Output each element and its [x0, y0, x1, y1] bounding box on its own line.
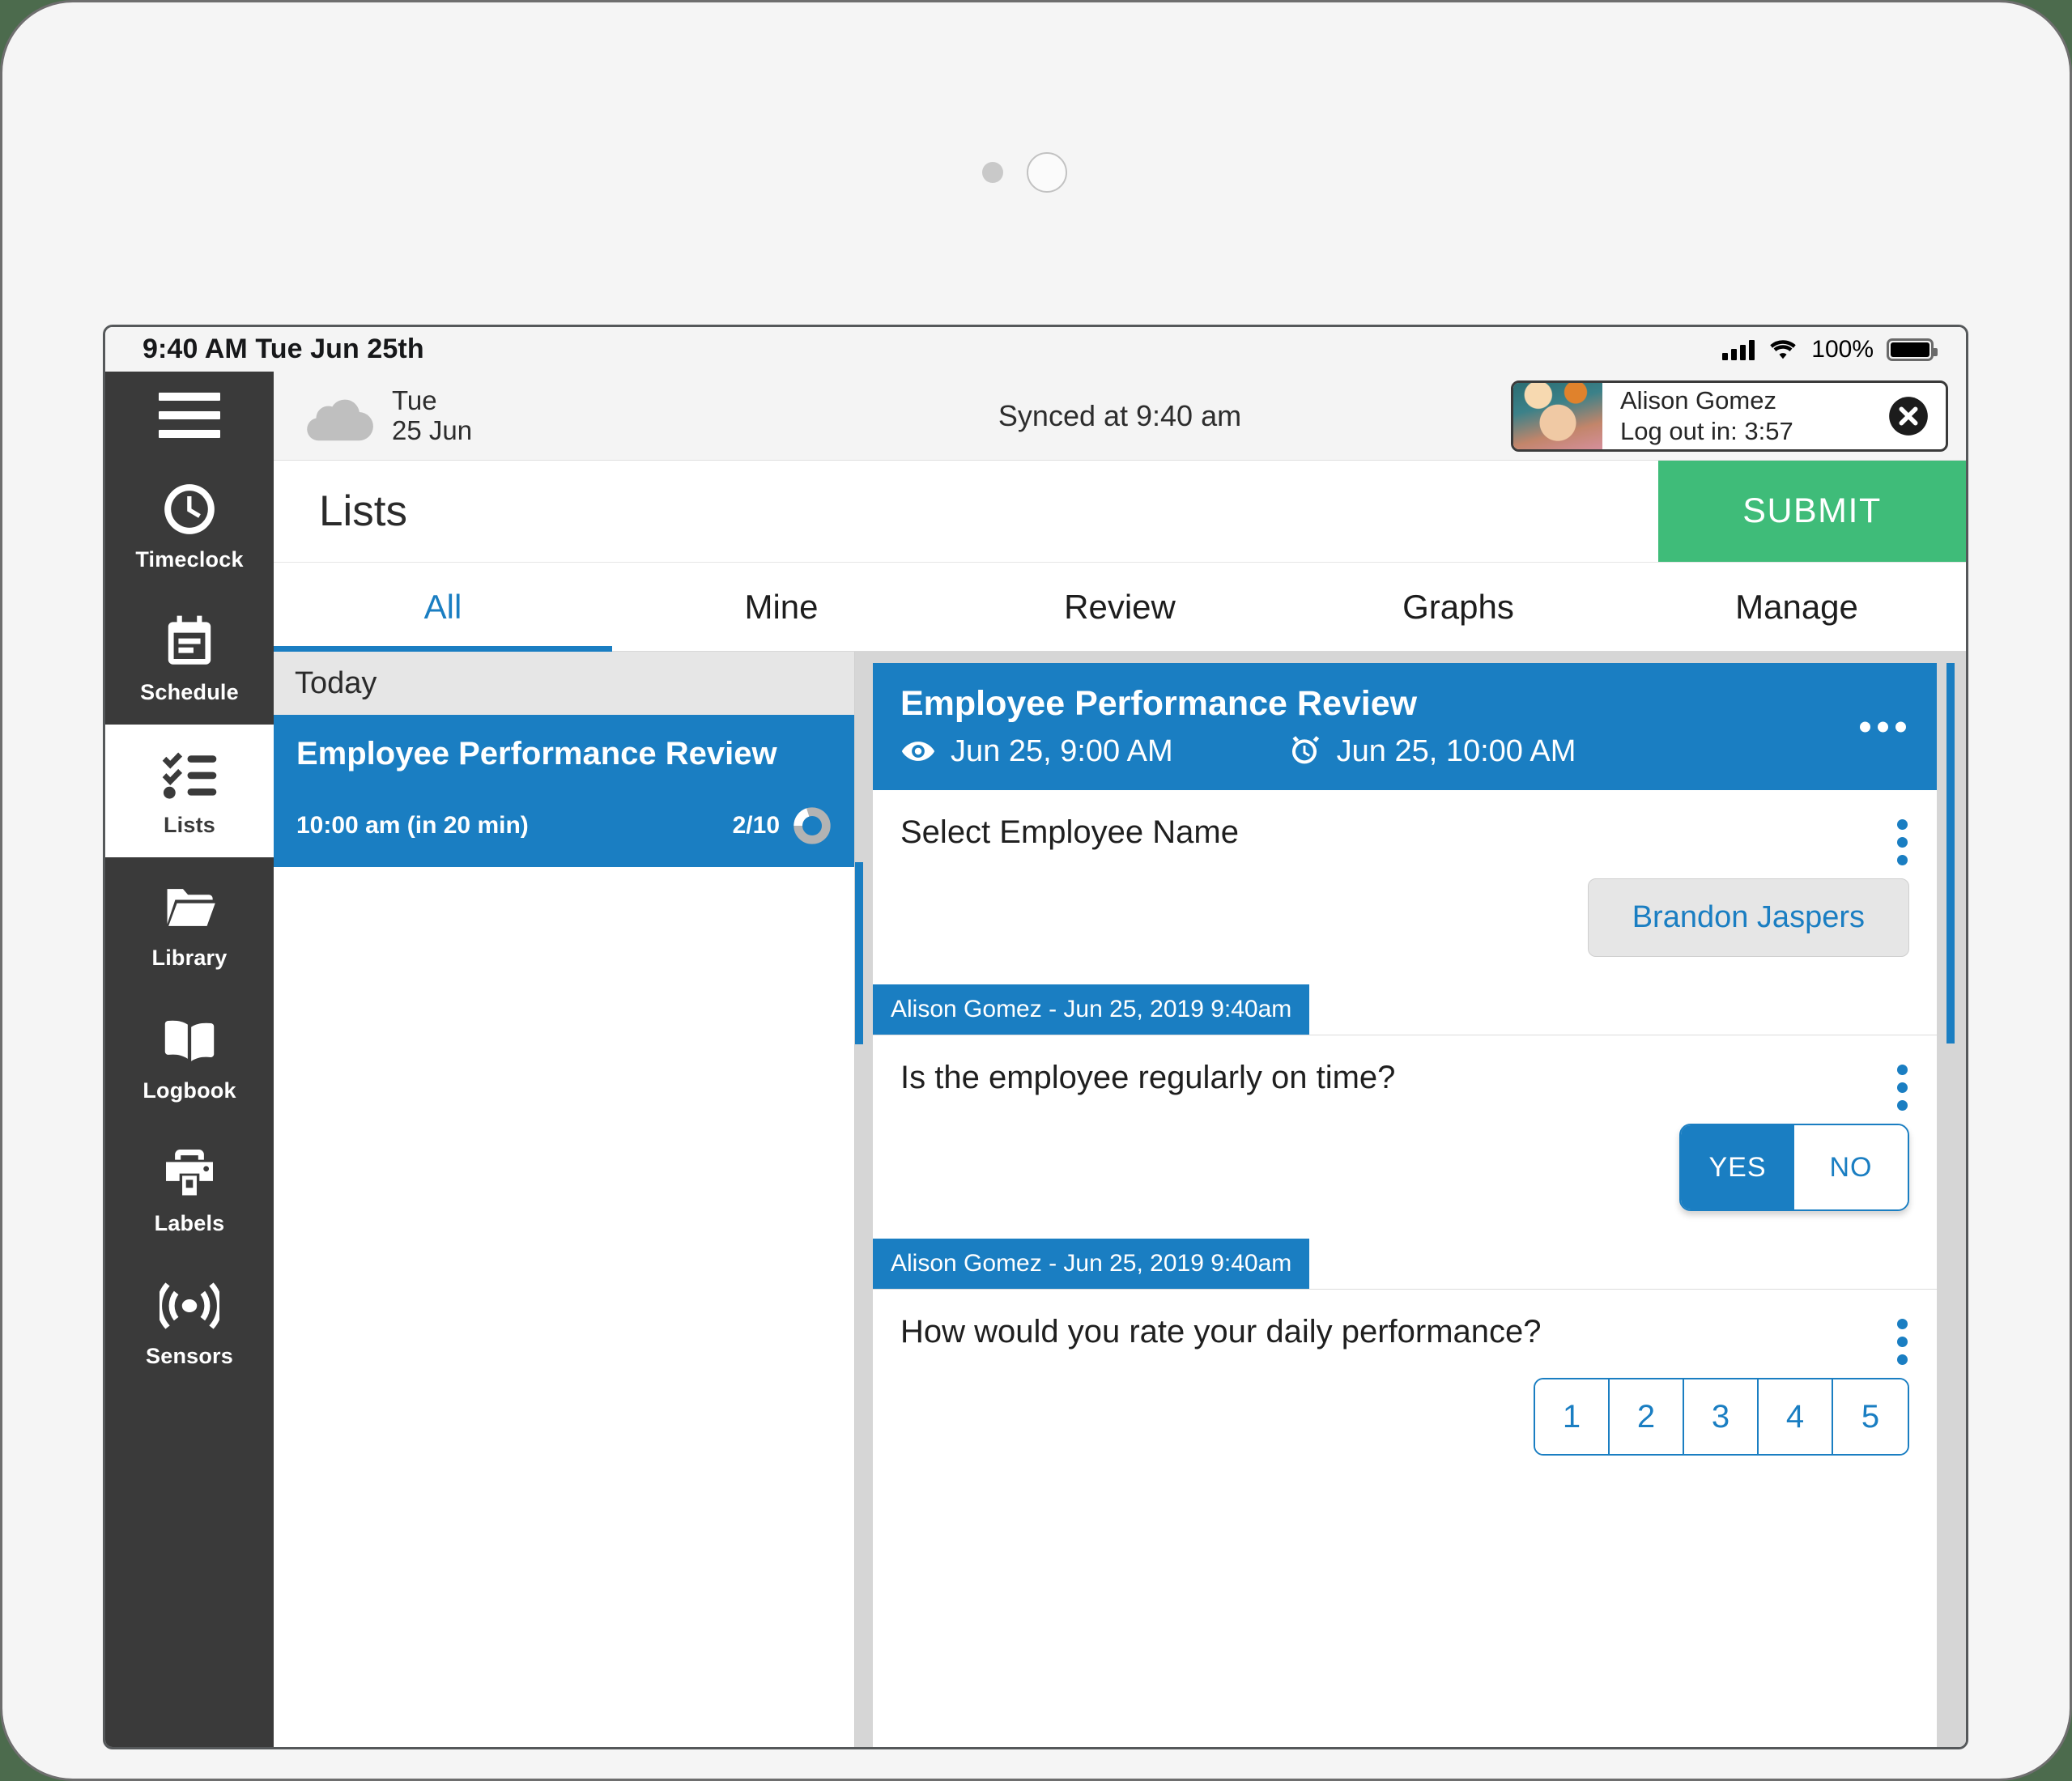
toggle-option-no[interactable]: NO	[1794, 1125, 1908, 1209]
detail-start-time-text: Jun 25, 9:00 AM	[951, 734, 1173, 769]
more-vertical-icon[interactable]	[1897, 1065, 1908, 1111]
sidebar-item-label: Labels	[155, 1211, 225, 1236]
sidebar-nav: Timeclock Schedule	[105, 372, 274, 1747]
sidebar-item-lists[interactable]: Lists	[105, 725, 274, 857]
answer-stamp: Alison Gomez - Jun 25, 2019 9:40am	[873, 1239, 1309, 1289]
detail-due-time: Jun 25, 10:00 AM	[1287, 733, 1576, 769]
sidebar-item-label: Library	[152, 946, 228, 971]
employee-name-value[interactable]: Brandon Jaspers	[1588, 878, 1909, 957]
detail-due-time-text: Jun 25, 10:00 AM	[1337, 734, 1576, 769]
rating-option-4[interactable]: 4	[1759, 1379, 1833, 1454]
yes-no-toggle: YES NO	[1679, 1124, 1909, 1211]
question-block: Select Employee Name Brandon Jaspers Ali…	[873, 790, 1937, 1035]
sync-date-weekday: Tue	[392, 386, 472, 416]
eye-icon	[900, 733, 936, 769]
sidebar-item-label: Logbook	[143, 1078, 236, 1103]
wifi-icon	[1768, 338, 1798, 362]
calendar-icon	[160, 612, 219, 672]
sync-date: Tue 25 Jun	[392, 386, 472, 446]
checklist-icon	[160, 745, 219, 805]
tablet-frame: 9:40 AM Tue Jun 25th 100%	[0, 0, 2072, 1781]
list-item-progress-label: 2/10	[733, 812, 780, 839]
list-item-title: Employee Performance Review	[296, 736, 832, 772]
sync-date-day: 25 Jun	[392, 416, 472, 446]
cloud-sync-icon	[303, 390, 374, 442]
detail-start-time: Jun 25, 9:00 AM	[900, 733, 1173, 769]
detail-panel-scrollbar[interactable]	[1946, 663, 1955, 1747]
detail-header: Employee Performance Review Jun 25, 9:00…	[873, 663, 1937, 790]
battery-percent: 100%	[1811, 336, 1874, 363]
list-empty-area	[274, 867, 854, 1747]
list-panel: Today Employee Performance Review 10:00 …	[274, 652, 855, 1747]
tab-manage[interactable]: Manage	[1627, 563, 1966, 651]
scrollbar-thumb[interactable]	[855, 862, 863, 1044]
user-session-card[interactable]: Alison Gomez Log out in: 3:57	[1511, 380, 1948, 452]
battery-full-icon	[1887, 338, 1934, 361]
sidebar-item-label: Schedule	[140, 680, 239, 705]
ambient-sensor-icon	[982, 162, 1003, 183]
answer-stamp: Alison Gomez - Jun 25, 2019 9:40am	[873, 984, 1309, 1035]
rating-option-3[interactable]: 3	[1684, 1379, 1759, 1454]
rating-option-1[interactable]: 1	[1535, 1379, 1610, 1454]
front-camera-icon	[1027, 152, 1067, 193]
sidebar-item-schedule[interactable]: Schedule	[105, 592, 274, 725]
logout-timer: Log out in: 3:57	[1620, 416, 1793, 446]
sidebar-item-sensors[interactable]: Sensors	[105, 1256, 274, 1388]
tab-mine[interactable]: Mine	[612, 563, 951, 651]
page-title-bar: Lists SUBMIT	[274, 461, 1966, 563]
detail-panel: Employee Performance Review Jun 25, 9:00…	[873, 652, 1966, 1747]
open-book-icon	[160, 1010, 219, 1070]
sidebar-item-labels[interactable]: Labels	[105, 1123, 274, 1256]
question-text: Select Employee Name	[900, 814, 1909, 851]
list-group-header: Today	[274, 652, 854, 715]
user-name: Alison Gomez	[1620, 385, 1793, 415]
progress-donut-icon	[793, 806, 832, 845]
sidebar-item-logbook[interactable]: Logbook	[105, 990, 274, 1123]
clock-icon	[160, 479, 219, 539]
device-screen: 9:40 AM Tue Jun 25th 100%	[103, 325, 1968, 1749]
sensor-broadcast-icon	[160, 1276, 219, 1336]
label-printer-icon	[160, 1143, 219, 1203]
sidebar-item-library[interactable]: Library	[105, 857, 274, 990]
submit-button[interactable]: SUBMIT	[1658, 461, 1966, 562]
question-text: How would you rate your daily performanc…	[900, 1314, 1909, 1350]
question-block: How would you rate your daily performanc…	[873, 1290, 1937, 1456]
tab-all[interactable]: All	[274, 563, 612, 651]
question-block: Is the employee regularly on time? YES N…	[873, 1035, 1937, 1290]
cellular-signal-icon	[1722, 339, 1755, 360]
avatar	[1513, 383, 1602, 449]
sidebar-item-label: Lists	[164, 813, 215, 838]
sidebar-item-label: Timeclock	[135, 547, 243, 572]
tab-bar: All Mine Review Graphs Manage	[274, 563, 1966, 652]
ios-status-bar: 9:40 AM Tue Jun 25th 100%	[105, 327, 1966, 372]
hamburger-menu-icon[interactable]	[105, 372, 274, 459]
page-title: Lists	[274, 461, 1658, 562]
list-panel-scrollbar[interactable]	[855, 652, 873, 1747]
alarm-clock-icon	[1287, 733, 1322, 769]
list-item-time: 10:00 am (in 20 min)	[296, 812, 529, 839]
tab-graphs[interactable]: Graphs	[1289, 563, 1627, 651]
rating-option-5[interactable]: 5	[1833, 1379, 1908, 1454]
rating-option-2[interactable]: 2	[1610, 1379, 1684, 1454]
sync-status-text: Synced at 9:40 am	[998, 399, 1241, 433]
detail-title: Employee Performance Review	[900, 684, 1909, 724]
sidebar-item-timeclock[interactable]: Timeclock	[105, 459, 274, 592]
list-item[interactable]: Employee Performance Review 10:00 am (in…	[274, 715, 854, 867]
folder-icon	[160, 878, 219, 937]
more-vertical-icon[interactable]	[1897, 819, 1908, 865]
more-vertical-icon[interactable]	[1897, 1319, 1908, 1365]
tab-review[interactable]: Review	[951, 563, 1289, 651]
sync-header: Tue 25 Jun Synced at 9:40 am Alison Gome…	[274, 372, 1966, 461]
status-clock: 9:40 AM Tue Jun 25th	[143, 334, 424, 365]
rating-scale: 1 2 3 4 5	[1534, 1378, 1909, 1456]
question-text: Is the employee regularly on time?	[900, 1060, 1909, 1096]
toggle-option-yes[interactable]: YES	[1681, 1125, 1794, 1209]
close-circle-icon[interactable]	[1887, 395, 1929, 437]
scrollbar-thumb[interactable]	[1946, 663, 1955, 1044]
more-horizontal-icon[interactable]	[1860, 721, 1906, 732]
sidebar-item-label: Sensors	[146, 1344, 233, 1369]
